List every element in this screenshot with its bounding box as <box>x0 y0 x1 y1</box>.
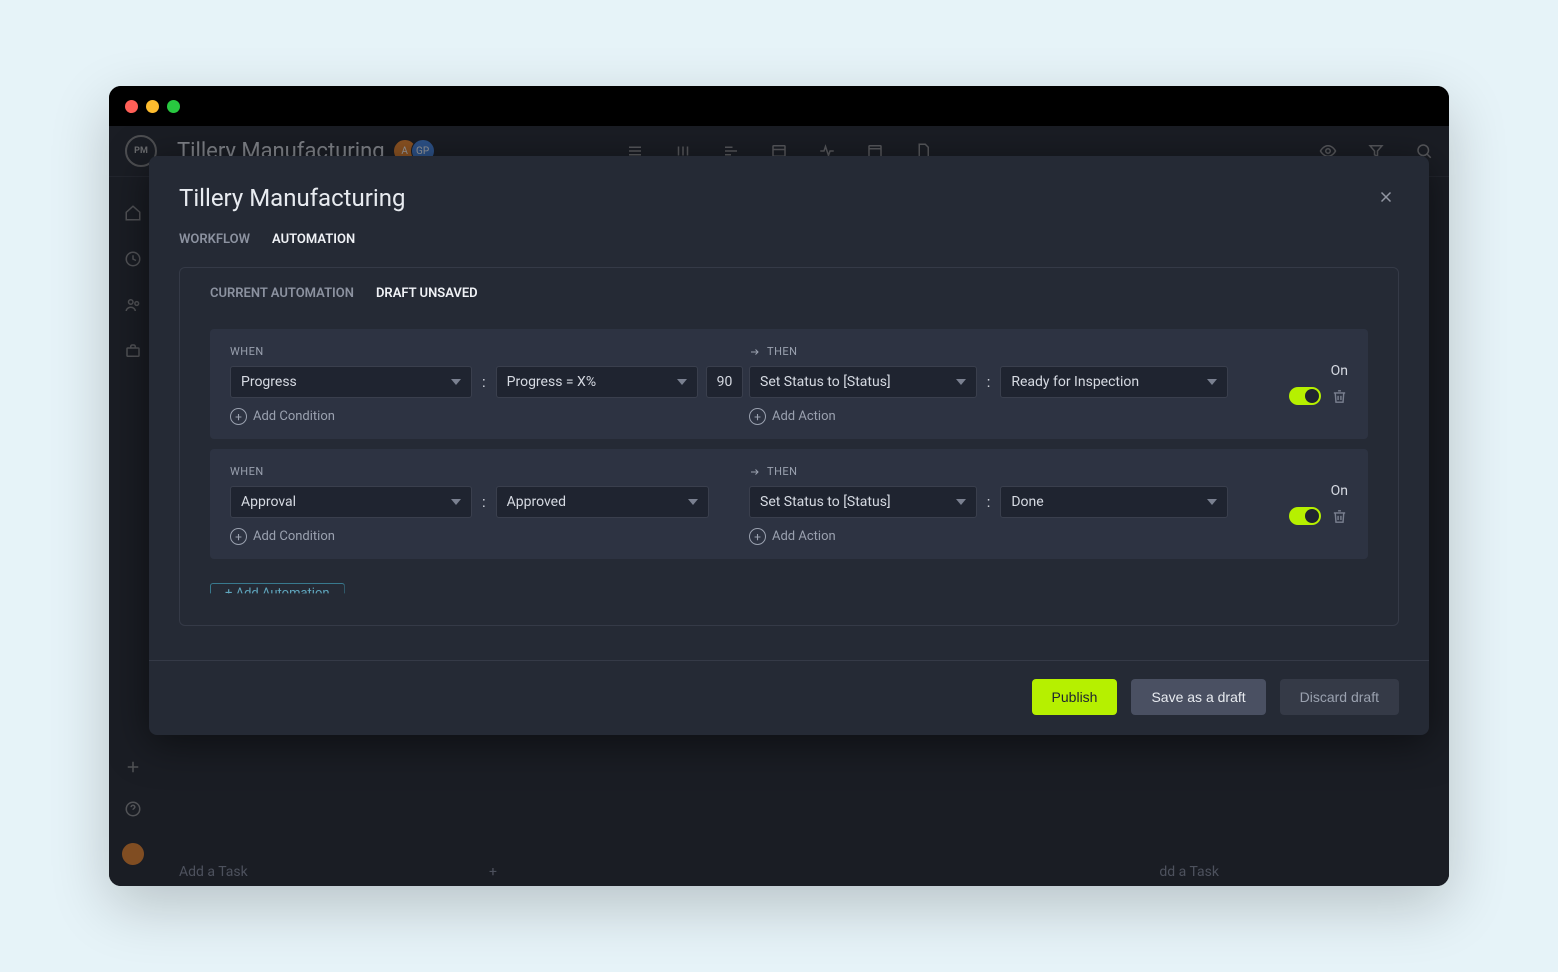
user-avatar-icon[interactable] <box>121 842 145 866</box>
chevron-down-icon <box>451 499 461 505</box>
when-label: WHEN <box>230 465 709 478</box>
publish-button[interactable]: Publish <box>1032 679 1118 715</box>
save-as-draft-button[interactable]: Save as a draft <box>1131 679 1265 715</box>
dropdown-value: Progress = X% <box>507 374 596 390</box>
add-action-button[interactable]: + Add Action <box>749 408 1228 425</box>
add-action-button[interactable]: + Add Action <box>749 528 1228 545</box>
window-maximize-icon[interactable] <box>167 100 180 113</box>
rule-when-block: WHEN Approval : Approved <box>230 465 709 545</box>
toggle-label: On <box>1331 483 1348 499</box>
then-action-dropdown[interactable]: Set Status to [Status] <box>749 366 977 398</box>
clock-icon[interactable] <box>124 250 142 268</box>
rule-controls: On <box>1268 345 1348 425</box>
then-label: THEN <box>749 345 1228 358</box>
close-button[interactable] <box>1373 184 1399 214</box>
then-value-dropdown[interactable]: Ready for Inspection <box>1000 366 1228 398</box>
separator-colon: : <box>480 493 488 511</box>
automation-panel: CURRENT AUTOMATION DRAFT UNSAVED WHEN Pr… <box>179 267 1399 626</box>
automation-dialog: Tillery Manufacturing WORKFLOW AUTOMATIO… <box>149 156 1429 735</box>
bg-add-task: Add a Task <box>179 864 248 880</box>
window-close-icon[interactable] <box>125 100 138 113</box>
when-label: WHEN <box>230 345 709 358</box>
add-condition-label: Add Condition <box>253 529 335 544</box>
separator-colon: : <box>480 373 488 391</box>
main-tabs: WORKFLOW AUTOMATION <box>149 214 1429 267</box>
chevron-down-icon <box>956 379 966 385</box>
dialog-footer: Publish Save as a draft Discard draft <box>149 660 1429 735</box>
then-label: THEN <box>749 465 1228 478</box>
bg-plus-placeholder: + <box>489 864 497 880</box>
trash-icon[interactable] <box>1331 388 1348 405</box>
briefcase-icon[interactable] <box>124 342 142 360</box>
add-action-label: Add Action <box>772 409 836 424</box>
window-minimize-icon[interactable] <box>146 100 159 113</box>
when-operator-dropdown[interactable]: Progress = X% <box>496 366 698 398</box>
add-condition-button[interactable]: + Add Condition <box>230 528 709 545</box>
plus-circle-icon: + <box>230 408 247 425</box>
dialog-title: Tillery Manufacturing <box>179 184 405 212</box>
app-window: PM Tillery Manufacturing A GP <box>109 86 1449 886</box>
rule-when-block: WHEN Progress : Progress = X% 90 <box>230 345 709 425</box>
dropdown-value: Done <box>1011 494 1043 510</box>
dropdown-value: Progress <box>241 374 297 390</box>
plus-icon[interactable] <box>124 758 142 776</box>
trash-icon[interactable] <box>1331 508 1348 525</box>
bg-add-task: dd a Task <box>1159 864 1219 880</box>
plus-circle-icon: + <box>749 408 766 425</box>
dropdown-value: Set Status to [Status] <box>760 374 891 390</box>
chevron-down-icon <box>451 379 461 385</box>
chevron-down-icon <box>1207 379 1217 385</box>
rule-then-block: THEN Set Status to [Status] : Done <box>749 465 1228 545</box>
sub-tabs: CURRENT AUTOMATION DRAFT UNSAVED <box>180 268 1398 319</box>
add-action-label: Add Action <box>772 529 836 544</box>
toggle-label: On <box>1331 363 1348 379</box>
tab-workflow[interactable]: WORKFLOW <box>179 232 250 247</box>
rule-controls: On <box>1268 465 1348 545</box>
then-label-text: THEN <box>767 345 798 358</box>
chevron-down-icon <box>956 499 966 505</box>
team-icon[interactable] <box>124 296 142 314</box>
chevron-down-icon <box>688 499 698 505</box>
home-icon[interactable] <box>124 204 142 222</box>
plus-circle-icon: + <box>749 528 766 545</box>
when-field-dropdown[interactable]: Approval <box>230 486 472 518</box>
then-value-dropdown[interactable]: Done <box>1000 486 1228 518</box>
separator-colon: : <box>985 373 993 391</box>
when-operator-dropdown[interactable]: Approved <box>496 486 709 518</box>
close-icon <box>1377 188 1395 206</box>
dialog-header: Tillery Manufacturing <box>149 184 1429 214</box>
separator-colon: : <box>985 493 993 511</box>
chevron-down-icon <box>677 379 687 385</box>
when-value-input[interactable]: 90 <box>706 366 744 398</box>
dropdown-value: Ready for Inspection <box>1011 374 1139 390</box>
titlebar <box>109 86 1449 126</box>
subtab-draft-unsaved[interactable]: DRAFT UNSAVED <box>376 286 478 301</box>
app-body: PM Tillery Manufacturing A GP <box>109 126 1449 886</box>
subtab-current-automation[interactable]: CURRENT AUTOMATION <box>210 286 354 301</box>
automation-rule: WHEN Progress : Progress = X% 90 <box>210 329 1368 439</box>
add-automation-label: + Add Automation <box>225 586 330 601</box>
rule-enabled-toggle[interactable] <box>1289 387 1321 405</box>
rule-then-block: THEN Set Status to [Status] : Ready for … <box>749 345 1228 425</box>
plus-circle-icon: + <box>230 528 247 545</box>
dropdown-value: Set Status to [Status] <box>760 494 891 510</box>
dropdown-value: Approved <box>507 494 566 510</box>
add-automation-button[interactable]: + Add Automation <box>210 583 345 609</box>
chevron-down-icon <box>1207 499 1217 505</box>
discard-draft-button[interactable]: Discard draft <box>1280 679 1399 715</box>
automation-rule: WHEN Approval : Approved <box>210 449 1368 559</box>
when-field-dropdown[interactable]: Progress <box>230 366 472 398</box>
arrow-right-icon <box>749 346 761 358</box>
dropdown-value: Approval <box>241 494 296 510</box>
arrow-right-icon <box>749 466 761 478</box>
add-condition-label: Add Condition <box>253 409 335 424</box>
rule-enabled-toggle[interactable] <box>1289 507 1321 525</box>
tab-automation[interactable]: AUTOMATION <box>272 232 355 247</box>
then-action-dropdown[interactable]: Set Status to [Status] <box>749 486 977 518</box>
add-condition-button[interactable]: + Add Condition <box>230 408 709 425</box>
then-label-text: THEN <box>767 465 798 478</box>
help-icon[interactable] <box>124 800 142 818</box>
